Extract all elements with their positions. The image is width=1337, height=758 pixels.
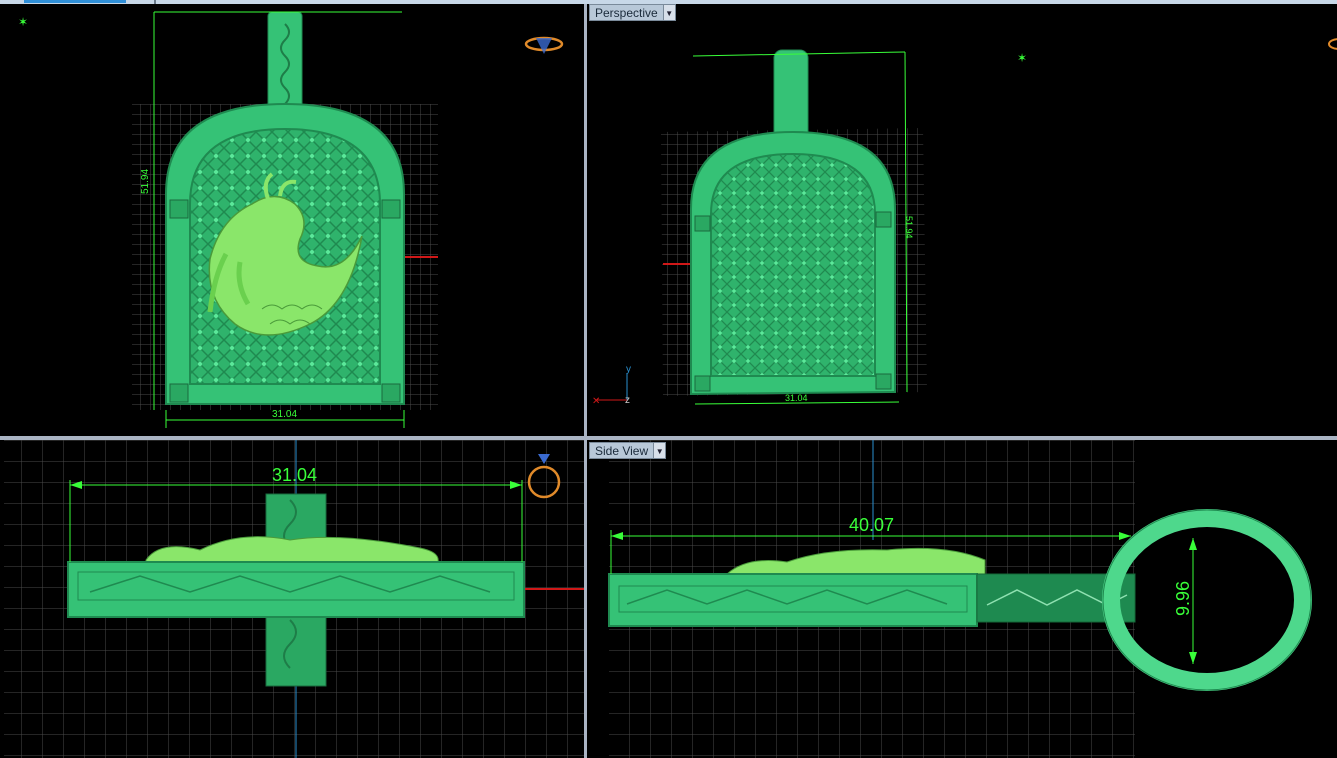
- pendant-body: [608, 573, 978, 627]
- dim-bail-label: 9.96: [1173, 580, 1193, 616]
- active-tab-indicator[interactable]: [24, 0, 126, 3]
- axis-marker-icon: ✕: [592, 374, 628, 407]
- viewport-splitter-vertical[interactable]: [584, 4, 587, 758]
- svg-text:✶: ✶: [1017, 51, 1027, 65]
- bail-ring: [1102, 509, 1312, 691]
- axis-z-label: z: [625, 395, 630, 406]
- dim-width-label: 31.04: [272, 409, 298, 420]
- view-dropdown-icon[interactable]: ▼: [663, 4, 676, 21]
- dim-height-label: 51.94: [904, 216, 914, 239]
- view-label-text: Perspective: [589, 4, 664, 21]
- viewport-top[interactable]: 31.04: [0, 440, 584, 758]
- dim-width-label: 31.04: [272, 465, 318, 485]
- axis-y-label: y: [626, 364, 631, 375]
- viewport-front[interactable]: ✶ 51.94 31.04: [0, 4, 584, 436]
- view-label-side[interactable]: Side View ▼: [589, 442, 667, 459]
- svg-text:✕: ✕: [592, 396, 600, 407]
- dim-width-label: 31.04: [785, 393, 808, 403]
- view-label-text: Side View: [589, 442, 655, 459]
- view-label-perspective[interactable]: Perspective ▼: [589, 4, 676, 21]
- viewport-perspective[interactable]: ✶ ✕ Perspective ▼ 51.94 31.04 y z: [587, 4, 1337, 436]
- dim-height-label: 51.94: [140, 168, 151, 194]
- dim-length-label: 40.07: [849, 515, 895, 535]
- view-dropdown-icon[interactable]: ▼: [654, 442, 667, 459]
- viewport-splitter-horizontal[interactable]: [0, 436, 1337, 440]
- svg-text:✶: ✶: [18, 15, 28, 29]
- viewport-side[interactable]: Side View ▼ 40.07 9.96: [587, 440, 1337, 758]
